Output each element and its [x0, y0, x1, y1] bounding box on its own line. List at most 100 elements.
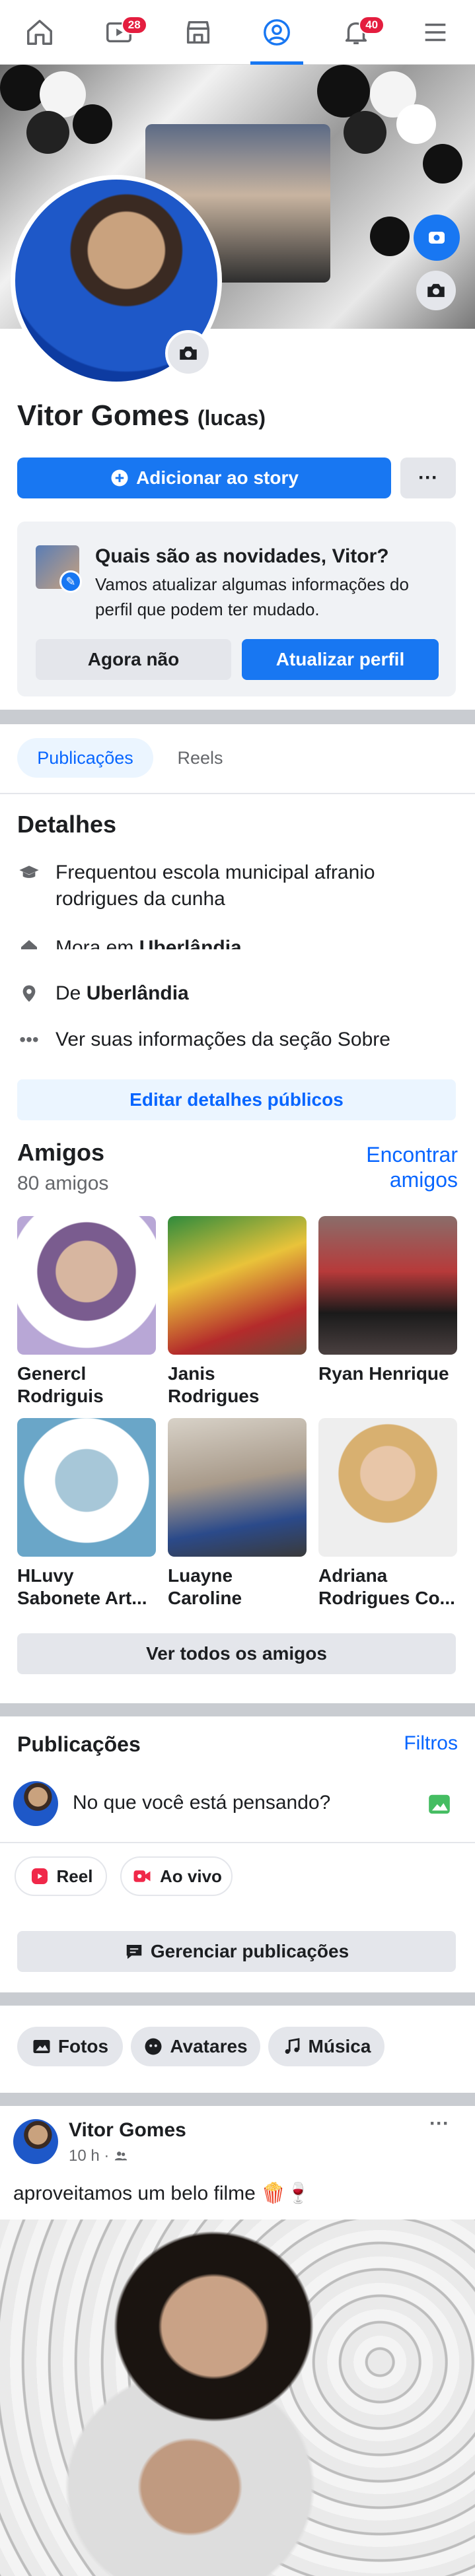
live-video-icon: [133, 1870, 151, 1882]
tab-posts[interactable]: Publicações: [17, 738, 153, 778]
friends-audience-icon: [115, 2152, 128, 2161]
tab-reels[interactable]: Reels: [164, 738, 237, 778]
plus-circle-icon: [111, 469, 128, 487]
post-meta: 10 h ·: [69, 2147, 129, 2165]
posts-title: Publicações: [17, 1732, 141, 1756]
friend-photo: [318, 1418, 457, 1557]
post-author-name[interactable]: Vitor Gomes: [69, 2119, 186, 2142]
photo-upload-button[interactable]: [427, 1792, 452, 1820]
edit-public-details-button[interactable]: Editar detalhes públicos: [17, 1079, 456, 1120]
video-badge: 28: [121, 15, 147, 34]
post-caption: aproveitamos um belo filme 🍿🍷: [13, 2183, 311, 2204]
detail-lives-in-city: Uberlândia: [139, 937, 242, 949]
add-to-story-label: Adicionar ao story: [136, 467, 299, 488]
live-button[interactable]: Ao vivo: [120, 1856, 233, 1896]
details-title: Detalhes: [17, 811, 117, 838]
friend-name: Adriana Rodrigues Co...: [318, 1565, 455, 1608]
profile-more-button[interactable]: ···: [400, 458, 456, 498]
section-divider: [0, 2093, 475, 2106]
message-square-icon: [126, 1945, 142, 1959]
not-now-button[interactable]: Agora não: [36, 639, 231, 680]
update-profile-button[interactable]: Atualizar perfil: [242, 639, 439, 680]
avatars-chip[interactable]: Avatares: [131, 2027, 260, 2066]
home-icon: [17, 935, 41, 949]
detail-lives-in: Mora em Uberlândia: [17, 935, 460, 949]
friend-card[interactable]: Adriana Rodrigues Co...: [318, 1418, 457, 1610]
reel-icon: [31, 1868, 48, 1884]
notifications-tab[interactable]: 40: [330, 0, 385, 65]
balloon-decoration: [26, 111, 69, 154]
avatar-frame-button[interactable]: [414, 215, 460, 261]
add-to-story-button[interactable]: Adicionar ao story: [17, 458, 391, 498]
section-divider: [0, 710, 475, 724]
profile-name: Vitor Gomes: [17, 399, 190, 432]
music-chip-label: Música: [308, 2036, 371, 2056]
friend-photo: [17, 1418, 156, 1557]
friend-photo: [168, 1216, 307, 1355]
music-chip[interactable]: Música: [268, 2027, 384, 2066]
detail-education-text: Frequentou escola municipal afranio rodr…: [55, 862, 375, 910]
marketplace-tab[interactable]: [172, 0, 225, 65]
see-all-friends-button[interactable]: Ver todos os amigos: [17, 1633, 456, 1674]
profile-update-card: ✎ Quais são as novidades, Vitor? Vamos a…: [17, 522, 456, 696]
graduation-cap-icon: [17, 860, 41, 886]
friend-card[interactable]: Janis Rodrigues: [168, 1216, 307, 1407]
friend-card[interactable]: Genercl Rodriguis: [17, 1216, 156, 1407]
friend-name: HLuvy Sabonete Art...: [17, 1565, 147, 1608]
location-pin-icon: [17, 980, 41, 1007]
more-dots-icon: ···: [418, 467, 438, 489]
friend-name: Ryan Henrique: [318, 1363, 449, 1384]
friend-photo: [318, 1216, 457, 1355]
tabs-divider: [0, 793, 475, 794]
camera-icon: [180, 347, 197, 360]
composer-divider: [0, 1842, 475, 1843]
photos-chip[interactable]: Fotos: [17, 2027, 123, 2066]
shop-icon: [186, 20, 209, 44]
profile-icon: [264, 18, 291, 46]
post-photo[interactable]: [0, 2220, 475, 2576]
hamburger-menu-icon: [425, 23, 446, 41]
camera-icon: [427, 284, 445, 297]
friend-card[interactable]: Ryan Henrique: [318, 1216, 457, 1385]
friend-name: Luayne Caroline: [168, 1565, 242, 1608]
balloon-decoration: [423, 144, 462, 184]
balloon-decoration: [370, 217, 410, 256]
friend-card[interactable]: Luayne Caroline: [168, 1418, 307, 1610]
manage-posts-button[interactable]: Gerenciar publicações: [17, 1931, 456, 1972]
avatars-chip-label: Avatares: [170, 2036, 248, 2056]
photos-icon: [33, 2040, 50, 2053]
avatar-icon: [145, 2038, 162, 2055]
section-divider: [0, 1992, 475, 2006]
section-divider: [0, 1703, 475, 1716]
menu-tab[interactable]: [409, 0, 462, 65]
manage-posts-label: Gerenciar publicações: [150, 1941, 349, 1961]
balloon-decoration: [317, 65, 370, 118]
composer-avatar: [13, 1781, 58, 1826]
friends-count: 80 amigos: [17, 1172, 109, 1194]
find-friends-link[interactable]: Encontrar amigos: [326, 1142, 458, 1192]
music-note-icon: [285, 2038, 299, 2054]
notifications-badge: 40: [359, 15, 385, 34]
reel-button[interactable]: Reel: [15, 1856, 107, 1896]
balloon-decoration: [396, 104, 436, 144]
video-tab[interactable]: 28: [92, 0, 147, 65]
friend-photo: [17, 1216, 156, 1355]
home-tab[interactable]: [13, 0, 66, 65]
update-card-title: Quais são as novidades, Vitor?: [95, 545, 389, 567]
post-menu-button[interactable]: ···: [429, 2113, 449, 2135]
filters-link[interactable]: Filtros: [404, 1732, 458, 1755]
profile-tab[interactable]: [250, 0, 304, 65]
friends-title: Amigos: [17, 1139, 105, 1166]
home-icon: [26, 19, 52, 45]
photo-icon: [429, 1794, 450, 1814]
pencil-icon: ✎: [59, 570, 82, 593]
profile-picture-camera-button[interactable]: [165, 330, 211, 376]
detail-lives-in-prefix: Mora em: [55, 937, 134, 949]
detail-see-about[interactable]: ••• Ver suas informações da seção Sobre: [17, 1027, 460, 1053]
friend-card[interactable]: HLuvy Sabonete Art...: [17, 1418, 156, 1610]
cover-camera-button[interactable]: [416, 271, 456, 310]
top-navigation-bar: 28 40: [0, 0, 475, 65]
composer-input[interactable]: No que você está pensando?: [73, 1792, 330, 1814]
post-author-avatar[interactable]: [13, 2119, 58, 2164]
frame-icon: [429, 232, 445, 244]
